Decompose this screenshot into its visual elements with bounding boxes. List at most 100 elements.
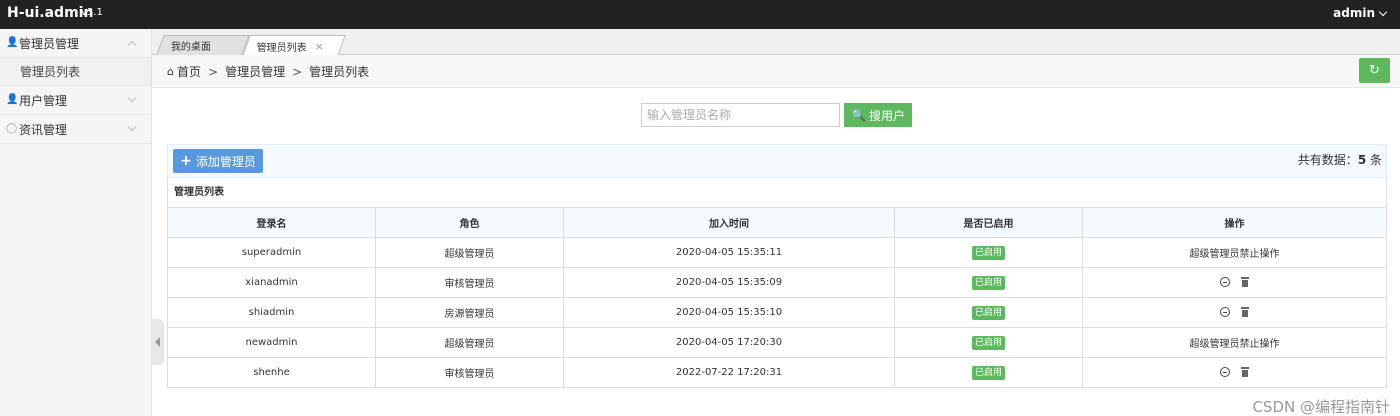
breadcrumb-item: 管理员列表 — [309, 65, 370, 79]
top-navbar: H-ui.admin v3.1 admin — [0, 0, 1400, 29]
admin-table: 登录名 角色 加入时间 是否已启用 操作 superadmin 超级管理员 2020… — [167, 207, 1387, 388]
refresh-icon: ↻ — [1369, 63, 1380, 78]
count-prefix: 共有数据： — [1297, 153, 1358, 167]
sidebar: 👤 管理员管理 管理员列表 👤 用户管理 ◯ 资讯管理 — [0, 29, 152, 416]
cell-join-time: 2022-07-22 17:20:31 — [563, 357, 895, 388]
sidebar-group-label: 管理员管理 — [19, 36, 80, 51]
column-header: 角色 — [375, 207, 564, 238]
cell-join-time: 2020-04-05 15:35:10 — [563, 297, 895, 328]
search-button-label: 搜用户 — [868, 108, 905, 123]
table-caption: 管理员列表 — [167, 178, 1387, 208]
comment-icon: ◯ — [6, 123, 18, 134]
trash-icon[interactable] — [1240, 277, 1250, 287]
status-badge: 已启用 — [971, 365, 1005, 380]
cell-actions: 超级管理员禁止操作 — [1082, 237, 1387, 268]
refresh-button[interactable]: ↻ — [1359, 58, 1390, 83]
version-label: v3.1 — [81, 7, 103, 18]
search-button[interactable]: 🔍 搜用户 — [844, 103, 912, 127]
trash-icon[interactable] — [1240, 367, 1250, 377]
search-icon: 🔍 — [851, 108, 866, 122]
sidebar-group-users[interactable]: 👤 用户管理 — [0, 86, 151, 115]
cell-login-name: superadmin — [167, 237, 376, 268]
table-header-row: 登录名 角色 加入时间 是否已启用 操作 — [167, 207, 1387, 238]
cell-role: 审核管理员 — [375, 357, 564, 388]
cell-join-time: 2020-04-05 15:35:09 — [563, 267, 895, 298]
column-header: 加入时间 — [563, 207, 895, 238]
status-badge: 已启用 — [971, 245, 1005, 260]
cell-join-time: 2020-04-05 15:35:11 — [563, 237, 895, 268]
cell-status: 已启用 — [894, 267, 1083, 298]
tab-label: 管理员列表 — [256, 42, 307, 54]
table-row: shiadmin 房源管理员 2020-04-05 15:35:10 已启用 — [167, 297, 1387, 328]
record-count: 共有数据：5 条 — [1298, 151, 1382, 168]
watermark: CSDN @编程指南针 — [1252, 398, 1390, 416]
disable-icon[interactable] — [1219, 277, 1230, 287]
user-icon: 👤 — [6, 37, 19, 48]
sidebar-group-admin[interactable]: 👤 管理员管理 — [0, 29, 151, 58]
add-admin-label: 添加管理员 — [195, 154, 256, 169]
count-suffix: 条 — [1366, 153, 1382, 167]
cell-status: 已启用 — [894, 297, 1083, 328]
sidebar-group-label: 用户管理 — [19, 93, 68, 108]
cell-role: 审核管理员 — [375, 267, 564, 298]
cell-role: 房源管理员 — [375, 297, 564, 328]
table-row: newadmin 超级管理员 2020-04-05 17:20:30 已启用 超级管理员… — [167, 327, 1387, 358]
cell-status: 已启用 — [894, 357, 1083, 388]
chevron-down-icon — [127, 93, 137, 103]
disable-icon[interactable] — [1219, 367, 1230, 377]
cell-status: 已启用 — [894, 327, 1083, 358]
count-value: 5 — [1357, 153, 1367, 167]
trash-icon[interactable] — [1240, 307, 1250, 317]
disable-icon[interactable] — [1219, 307, 1230, 317]
tab-desktop[interactable]: 我的桌面 — [156, 35, 250, 55]
add-admin-button[interactable]: + 添加管理员 — [173, 149, 263, 173]
close-icon[interactable]: × — [315, 40, 324, 53]
sidebar-group-label: 资讯管理 — [19, 122, 68, 137]
cell-actions: 超级管理员禁止操作 — [1082, 327, 1387, 358]
cell-login-name: shiadmin — [167, 297, 376, 328]
breadcrumb-bar: ⌂ 首页 > 管理员管理 > 管理员列表 ↻ — [152, 55, 1400, 88]
status-badge: 已启用 — [971, 305, 1005, 320]
action-note: 超级管理员禁止操作 — [1189, 339, 1280, 350]
breadcrumb-item[interactable]: 管理员管理 — [225, 63, 285, 80]
table-row: shenhe 审核管理员 2022-07-22 17:20:31 已启用 — [167, 357, 1387, 388]
tab-label: 我的桌面 — [170, 42, 211, 53]
breadcrumb-home[interactable]: 首页 — [177, 63, 201, 80]
table-toolbar: + 添加管理员 共有数据：5 条 — [167, 144, 1387, 178]
cell-login-name: shenhe — [167, 357, 376, 388]
search-input[interactable] — [641, 103, 840, 127]
table-row: xianadmin 审核管理员 2020-04-05 15:35:09 已启用 — [167, 267, 1387, 298]
chevron-down-icon — [1378, 7, 1388, 16]
plus-icon: + — [180, 153, 192, 169]
cell-login-name: xianadmin — [167, 267, 376, 298]
cell-actions — [1082, 297, 1387, 328]
chevron-up-icon — [127, 40, 137, 50]
column-header: 登录名 — [167, 207, 376, 238]
user-menu[interactable]: admin — [1333, 6, 1388, 20]
sidebar-item-label: 管理员列表 — [20, 65, 81, 79]
breadcrumb-separator: > — [208, 64, 219, 79]
user-name: admin — [1333, 6, 1375, 20]
tab-admin-list[interactable]: 管理员列表 × — [242, 35, 346, 56]
table-row: superadmin 超级管理员 2020-04-05 15:35:11 已启用 超级管… — [167, 237, 1387, 268]
cell-login-name: newadmin — [167, 327, 376, 358]
sidebar-item-admin-list[interactable]: 管理员列表 — [0, 58, 151, 86]
user-icon: 👤 — [6, 94, 19, 105]
tab-bar: 我的桌面 管理员列表 × — [152, 29, 1400, 56]
status-badge: 已启用 — [971, 335, 1005, 350]
status-badge: 已启用 — [971, 275, 1005, 290]
sidebar-collapse-handle[interactable] — [152, 319, 164, 365]
column-header: 是否已启用 — [894, 207, 1083, 238]
home-icon: ⌂ — [167, 65, 174, 78]
chevron-down-icon — [127, 122, 137, 132]
cell-join-time: 2020-04-05 17:20:30 — [563, 327, 895, 358]
cell-role: 超级管理员 — [375, 327, 564, 358]
cell-role: 超级管理员 — [375, 237, 564, 268]
cell-actions — [1082, 267, 1387, 298]
column-header: 操作 — [1082, 207, 1387, 238]
sidebar-group-news[interactable]: ◯ 资讯管理 — [0, 115, 151, 144]
cell-actions — [1082, 357, 1387, 388]
breadcrumb-separator: > — [292, 64, 303, 79]
cell-status: 已启用 — [894, 237, 1083, 268]
breadcrumb: ⌂ 首页 > 管理员管理 > 管理员列表 — [167, 63, 369, 80]
